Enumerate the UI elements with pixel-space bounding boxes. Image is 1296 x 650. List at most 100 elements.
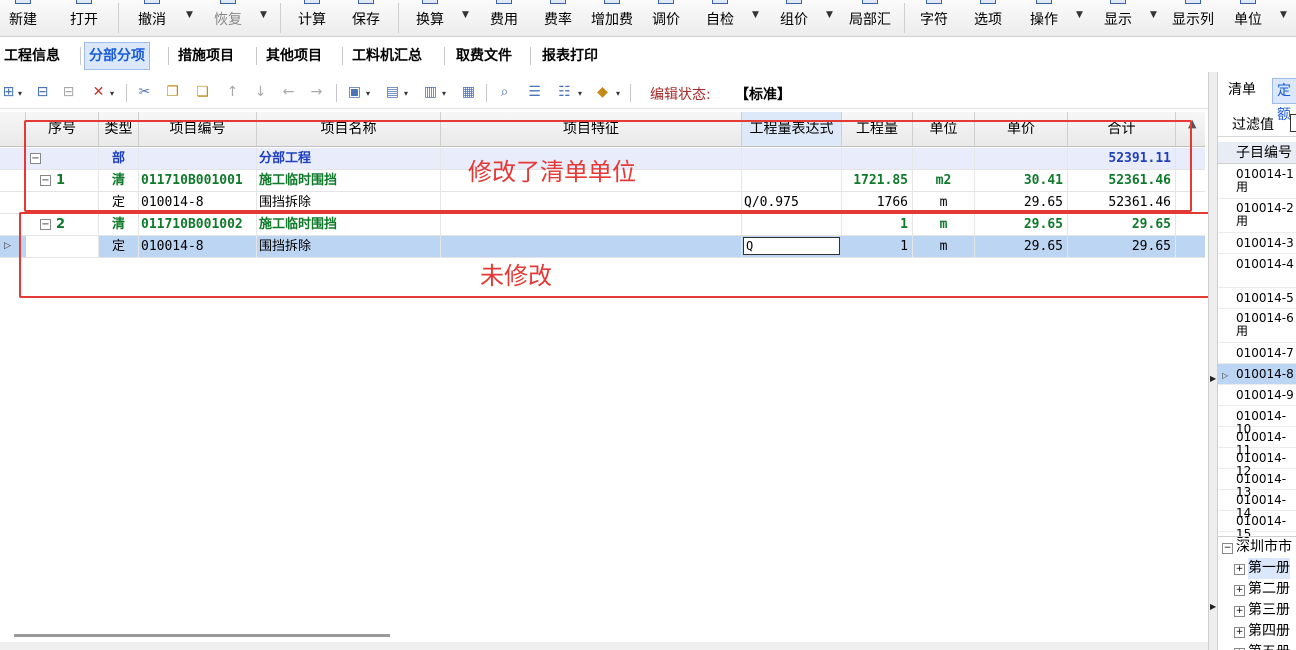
tree-node-root[interactable]: − 深圳市市 (1218, 537, 1296, 558)
list-item[interactable]: 010014-14 (1218, 490, 1296, 520)
collapse-icon[interactable]: − (1222, 543, 1233, 554)
open-button[interactable]: 打开 (66, 0, 102, 36)
delete-icon[interactable]: ✕ (90, 84, 107, 101)
unit-button[interactable]: 单位 (1230, 0, 1266, 36)
quota-dropdown-arrow-icon[interactable]: ▾ (442, 89, 446, 98)
insert-dropdown-arrow-icon[interactable]: ▾ (18, 89, 22, 98)
copy-icon[interactable]: ❐ (164, 84, 181, 101)
adjust-price-button[interactable]: 调价 (648, 0, 684, 36)
unit-dropdown-arrow-icon[interactable]: ▼ (1280, 10, 1287, 20)
redo-dropdown-arrow-icon[interactable]: ▼ (260, 10, 267, 20)
splitter-arrow-icon[interactable]: ▶ (1210, 602, 1216, 611)
character-icon (926, 0, 942, 4)
switch-icon[interactable]: ▣ (346, 84, 363, 101)
fill-color-icon[interactable]: ◆ (594, 84, 611, 101)
display-button[interactable]: 显示 (1100, 0, 1136, 36)
partial-summary-button[interactable]: 局部汇 (846, 0, 894, 36)
display-dropdown-arrow-icon[interactable]: ▼ (1150, 10, 1157, 20)
indent-icon[interactable]: ⊟ (34, 84, 51, 101)
tab-measure-items[interactable]: 措施项目 (174, 43, 238, 69)
outdent-icon[interactable]: ⊟ (60, 84, 77, 101)
tree-node[interactable]: + 第二册 (1218, 579, 1296, 600)
list-item-icon[interactable]: ▤ (384, 84, 401, 101)
list-item[interactable]: 010014-1用 (1218, 165, 1296, 199)
quota-tree: −深圳市市 +第一册 +第二册 +第三册 +第四册 +第五册 (1218, 536, 1296, 650)
compose-price-dropdown-arrow-icon[interactable]: ▼ (826, 10, 833, 20)
tree-node[interactable]: + 第三册 (1218, 600, 1296, 621)
self-check-button[interactable]: 自检 (702, 0, 738, 36)
calculator-icon (304, 0, 320, 4)
save-button[interactable]: 保存 (348, 0, 384, 36)
tree-node[interactable]: +第五册 (1218, 642, 1296, 650)
compose-price-icon (786, 0, 802, 4)
expand-icon[interactable]: + (1234, 585, 1245, 596)
level-dropdown-arrow-icon[interactable]: ▾ (578, 89, 582, 98)
character-button[interactable]: 字符 (916, 0, 952, 36)
tab-fee-file[interactable]: 取费文件 (452, 43, 516, 69)
list-item[interactable]: 010014-11 (1218, 427, 1296, 457)
list-item[interactable]: 010014-10 (1218, 406, 1296, 436)
cost-button[interactable]: 费用 (486, 0, 522, 36)
filter-input[interactable] (1290, 114, 1296, 132)
new-button[interactable]: 新建 (6, 0, 40, 36)
display-columns-button[interactable]: 显示列 (1168, 0, 1218, 36)
move-down-icon[interactable]: ↓ (252, 84, 269, 101)
expand-icon[interactable]: + (1234, 606, 1245, 617)
list-item[interactable]: 010014-12 (1218, 448, 1296, 478)
tab-material-summary[interactable]: 工料机汇总 (348, 43, 426, 69)
cut-icon[interactable]: ✂ (136, 84, 153, 101)
calculate-button[interactable]: 计算 (294, 0, 330, 36)
self-check-dropdown-arrow-icon[interactable]: ▼ (752, 10, 759, 20)
tree-node[interactable]: + 第一册 (1218, 558, 1296, 579)
operation-dropdown-arrow-icon[interactable]: ▼ (1076, 10, 1083, 20)
paste-icon[interactable]: ❏ (194, 84, 211, 101)
fill-color-dropdown-arrow-icon[interactable]: ▾ (616, 89, 620, 98)
expand-icon[interactable]: + (1234, 627, 1245, 638)
list-item[interactable]: 010014-7 (1218, 343, 1296, 364)
options-button[interactable]: 选项 (970, 0, 1006, 36)
tab-other-items[interactable]: 其他项目 (262, 43, 326, 69)
list-item[interactable]: 010014-2用 (1218, 199, 1296, 233)
list-item[interactable]: 010014-6用 (1218, 309, 1296, 343)
operation-button[interactable]: 操作 (1026, 0, 1062, 36)
undo-dropdown-arrow-icon[interactable]: ▼ (186, 10, 193, 20)
undo-button[interactable]: 撤消 (134, 0, 170, 36)
compose-price-button[interactable]: 组价 (776, 0, 812, 36)
horizontal-scrollbar[interactable] (14, 634, 390, 637)
conversion-dropdown-arrow-icon[interactable]: ▼ (462, 10, 469, 20)
move-left-icon[interactable]: ← (280, 84, 297, 101)
list-item[interactable]: 010014-5 (1218, 288, 1296, 309)
list-item[interactable]: 010014-15 (1218, 511, 1296, 541)
list-item[interactable]: 010014-3 (1218, 233, 1296, 254)
list-item[interactable]: 010014-4 (1218, 254, 1296, 288)
tab-project-info[interactable]: 工程信息 (0, 43, 64, 69)
surcharge-button[interactable]: 增加费 (588, 0, 636, 36)
list-item[interactable]: 010014-13 (1218, 469, 1296, 499)
tab-division-items[interactable]: 分部分项 (84, 42, 150, 70)
layout-icon[interactable]: ☰ (526, 84, 543, 101)
redo-button[interactable]: 恢复 (210, 0, 246, 36)
level-icon[interactable]: ☷ (556, 84, 573, 101)
list-item-selected[interactable]: ▷ 010014-8 (1218, 364, 1296, 385)
panel-splitter[interactable] (1208, 72, 1217, 650)
find-icon[interactable]: ⌕ (496, 84, 513, 101)
tab-report-print[interactable]: 报表打印 (538, 43, 602, 69)
supplement-icon[interactable]: ▦ (460, 84, 477, 101)
move-right-icon[interactable]: → (308, 84, 325, 101)
tab-separator (80, 47, 81, 65)
expand-icon[interactable]: + (1234, 564, 1245, 575)
splitter-arrow-icon[interactable]: ▶ (1210, 374, 1216, 383)
list-item[interactable]: 010014-9 (1218, 385, 1296, 406)
switch-dropdown-arrow-icon[interactable]: ▾ (366, 89, 370, 98)
delete-dropdown-arrow-icon[interactable]: ▾ (110, 89, 114, 98)
tab-quota-library[interactable]: 定额 (1272, 78, 1296, 123)
tree-node[interactable]: + 第四册 (1218, 621, 1296, 642)
insert-row-icon[interactable]: ⊞ (0, 84, 17, 101)
rate-button[interactable]: 费率 (540, 0, 576, 36)
quota-icon[interactable]: ▥ (422, 84, 439, 101)
list-item-dropdown-arrow-icon[interactable]: ▾ (404, 89, 408, 98)
tab-bill-library[interactable]: 清单 (1224, 78, 1260, 102)
move-up-icon[interactable]: ↑ (224, 84, 241, 101)
conversion-button[interactable]: 换算 (412, 0, 448, 36)
unit-icon (1240, 0, 1256, 4)
